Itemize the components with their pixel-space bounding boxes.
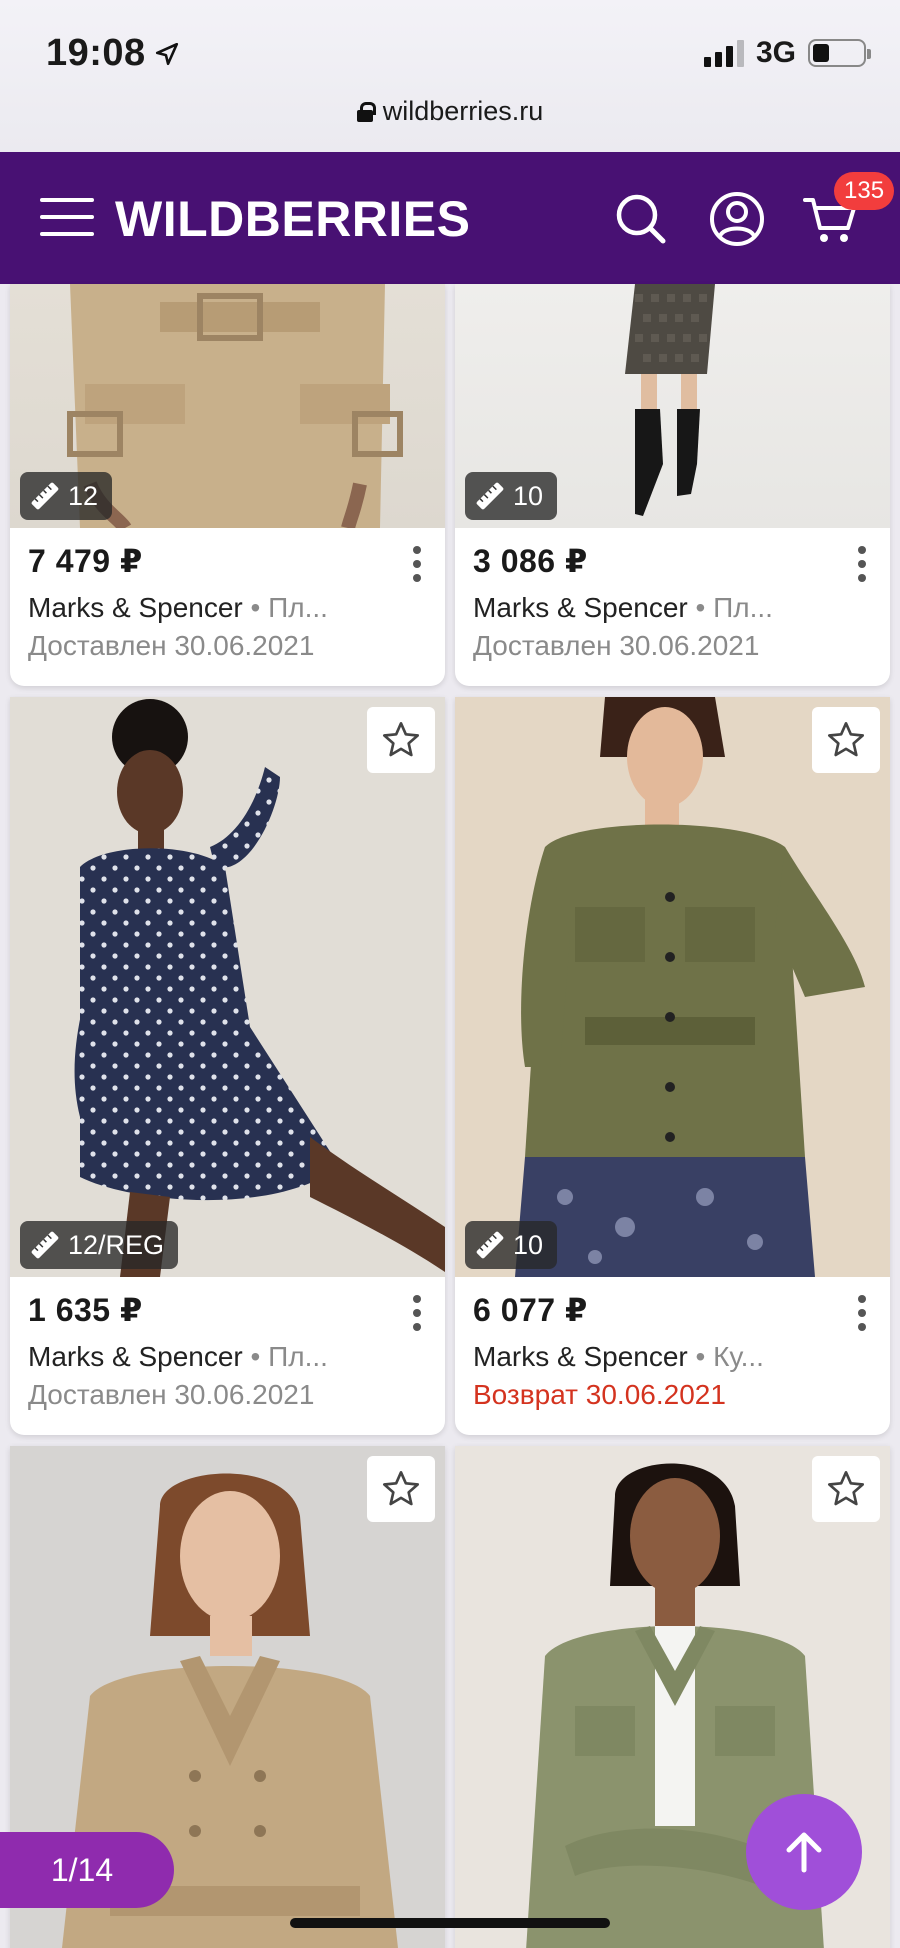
- brand-name: Marks & Spencer: [28, 1341, 243, 1372]
- product-image[interactable]: 10: [455, 697, 890, 1277]
- location-arrow-icon: [155, 42, 178, 65]
- more-options-icon[interactable]: [411, 1293, 423, 1333]
- polka-dress-image: [74, 699, 445, 1277]
- size-label: 12/REG: [68, 1229, 165, 1260]
- product-price: 7 479 ₽: [28, 543, 143, 579]
- brand-name: Marks & Spencer: [473, 1341, 688, 1372]
- order-status: Доставлен 30.06.2021: [28, 630, 315, 661]
- product-image[interactable]: 10: [455, 284, 890, 528]
- star-icon: [828, 722, 864, 757]
- more-options-icon[interactable]: [856, 544, 868, 584]
- more-options-icon[interactable]: [856, 1293, 868, 1333]
- brand-name: Marks & Spencer: [28, 592, 243, 623]
- product-subtitle: • Пл...: [242, 1341, 328, 1372]
- product-subtitle: • Ку...: [687, 1341, 764, 1372]
- product-brand: Marks & Spencer • Пл...: [473, 592, 872, 624]
- page-indicator: 1/14: [0, 1832, 174, 1908]
- khaki-jacket-image: [515, 697, 865, 1277]
- search-icon[interactable]: [612, 190, 670, 248]
- product-card[interactable]: 12/REG 1 635 ₽ Marks & Spencer • Пл... Д…: [10, 697, 445, 1435]
- size-label: 12: [68, 480, 99, 511]
- address-bar[interactable]: wildberries.ru: [0, 96, 900, 127]
- arrow-up-icon: [786, 1832, 822, 1873]
- ruler-icon: [31, 482, 59, 510]
- star-icon: [383, 1471, 419, 1506]
- product-image[interactable]: 12/REG: [10, 697, 445, 1277]
- size-badge: 12/REG: [20, 1221, 179, 1269]
- size-badge: 10: [465, 472, 558, 520]
- product-brand: Marks & Spencer • Пл...: [28, 592, 427, 624]
- battery-icon: [808, 39, 871, 67]
- home-indicator[interactable]: [290, 1918, 610, 1928]
- product-image[interactable]: 12: [10, 284, 445, 528]
- product-subtitle: • Пл...: [242, 592, 328, 623]
- page-indicator-label: 1/14: [50, 1851, 114, 1888]
- product-price: 3 086 ₽: [473, 543, 588, 579]
- site-header: WILDBERRIES: [0, 152, 900, 284]
- order-status: Доставлен 30.06.2021: [473, 630, 760, 661]
- product-card[interactable]: 12 7 479 ₽ Marks & Spencer • Пл... Доста…: [10, 284, 445, 686]
- status-time: 19:08: [46, 32, 180, 75]
- more-options-icon[interactable]: [411, 544, 423, 584]
- favorite-button[interactable]: [367, 1456, 435, 1522]
- brand-name: Marks & Spencer: [473, 592, 688, 623]
- url-text: wildberries.ru: [382, 96, 544, 126]
- size-label: 10: [513, 1229, 544, 1260]
- favorite-button[interactable]: [812, 707, 880, 773]
- menu-icon[interactable]: [40, 196, 94, 238]
- product-brand: Marks & Spencer • Пл...: [28, 1341, 427, 1373]
- size-label: 10: [513, 480, 544, 511]
- site-logo[interactable]: WILDBERRIES: [115, 190, 471, 248]
- cart-count-badge: 135: [834, 172, 895, 210]
- signal-icon: [703, 39, 744, 67]
- product-price: 1 635 ₽: [28, 1292, 143, 1328]
- order-status: Доставлен 30.06.2021: [28, 1379, 315, 1410]
- size-badge: 10: [465, 1221, 558, 1269]
- product-brand: Marks & Spencer • Ку...: [473, 1341, 872, 1373]
- clock-text: 19:08: [46, 32, 146, 74]
- size-badge: 12: [20, 472, 113, 520]
- ruler-icon: [476, 1231, 504, 1259]
- status-bar: 19:08 3G wildberries.ru: [0, 0, 900, 152]
- product-card[interactable]: 10 3 086 ₽ Marks & Spencer • Пл... Доста…: [455, 284, 890, 686]
- ruler-icon: [31, 1231, 59, 1259]
- network-type: 3G: [755, 36, 796, 69]
- star-icon: [828, 1471, 864, 1506]
- lock-icon: [356, 101, 376, 122]
- favorite-button[interactable]: [812, 1456, 880, 1522]
- scroll-to-top-button[interactable]: [746, 1794, 862, 1910]
- star-icon: [383, 722, 419, 757]
- product-card[interactable]: 10 6 077 ₽ Marks & Spencer • Ку... Возвр…: [455, 697, 890, 1435]
- product-price: 6 077 ₽: [473, 1292, 588, 1328]
- ruler-icon: [476, 482, 504, 510]
- product-subtitle: • Пл...: [687, 592, 773, 623]
- order-status: Возврат 30.06.2021: [473, 1379, 726, 1410]
- favorite-button[interactable]: [367, 707, 435, 773]
- profile-icon[interactable]: [708, 190, 766, 248]
